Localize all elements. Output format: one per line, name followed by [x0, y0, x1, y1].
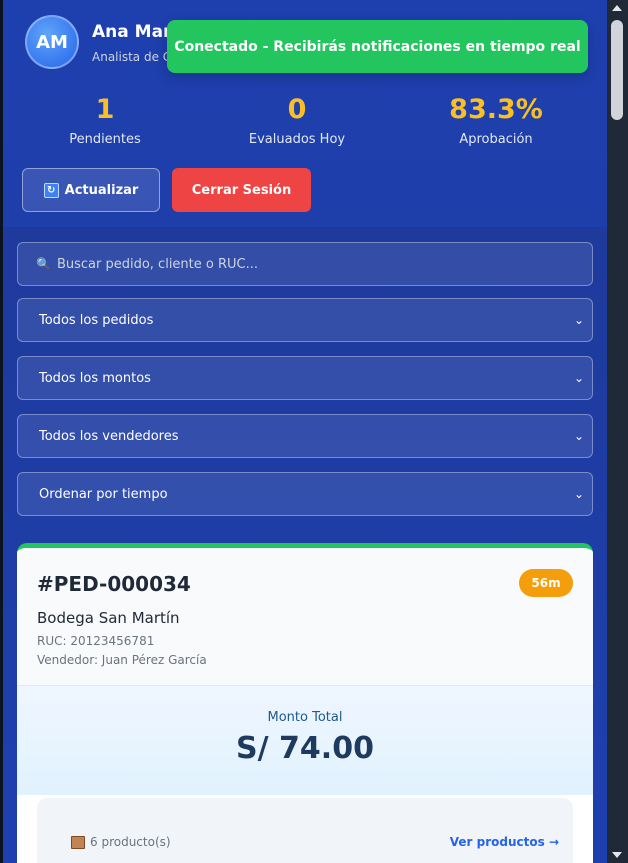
stat-approval-rate: 83.3% Aprobación [416, 92, 576, 147]
seller-name: Vendedor: Juan Pérez García [37, 653, 207, 667]
order-card-header: #PED-000034 56m Bodega San Martín RUC: 2… [17, 548, 593, 685]
filters-panel: 🔍 Buscar pedido, cliente o RUC... Todos … [3, 227, 607, 863]
toast-message: Conectado - Recibirás notificaciones en … [174, 38, 581, 55]
search-placeholder: Buscar pedido, cliente o RUC... [56, 256, 259, 272]
stat-value: 0 [287, 94, 307, 125]
stat-label: Pendientes [69, 132, 141, 147]
select-value: Ordenar por tiempo [39, 486, 168, 502]
scrollbar[interactable] [607, 0, 628, 863]
refresh-button[interactable]: ↻ Actualizar [22, 168, 160, 212]
stat-evaluated-today: 0 Evaluados Hoy [217, 92, 377, 147]
chevron-down-icon: ⌄ [573, 487, 584, 501]
order-filter-select[interactable]: Todos los pedidos ⌄ [17, 298, 593, 342]
products-count-label: 6 producto(s) [90, 835, 171, 849]
stat-value: 1 [95, 94, 115, 125]
chevron-down-icon: ⌄ [573, 313, 584, 327]
refresh-button-label: Actualizar [64, 182, 139, 198]
connection-toast: Conectado - Recibirás notificaciones en … [167, 20, 588, 73]
time-badge: 56m [519, 569, 573, 597]
scroll-up-icon[interactable] [612, 5, 622, 11]
sort-select[interactable]: Ordenar por tiempo ⌄ [17, 472, 593, 516]
amount-section: Monto Total S/ 74.00 [17, 685, 593, 795]
order-id: #PED-000034 [37, 572, 191, 596]
select-value: Todos los vendedores [39, 428, 179, 444]
logout-button-label: Cerrar Sesión [191, 182, 292, 198]
amount-label: Monto Total [267, 710, 343, 725]
stat-label: Evaluados Hoy [248, 132, 346, 147]
seller-filter-select[interactable]: Todos los vendedores ⌄ [17, 414, 593, 458]
select-value: Todos los pedidos [39, 312, 154, 328]
stat-value: 83.3% [449, 94, 543, 125]
refresh-icon: ↻ [43, 182, 59, 198]
package-icon [71, 835, 85, 849]
search-icon: 🔍 [36, 257, 51, 271]
avatar: AM [25, 15, 79, 69]
products-section: 6 producto(s) Ver productos → [37, 798, 573, 863]
chevron-down-icon: ⌄ [573, 429, 584, 443]
app-frame: AM Ana Martínez Analista de Crédito 1 Pe… [0, 0, 628, 863]
view-products-link[interactable]: Ver productos → [450, 835, 559, 849]
select-value: Todos los montos [39, 370, 151, 386]
products-count: 6 producto(s) [71, 835, 171, 849]
scroll-down-icon[interactable] [612, 852, 622, 858]
logout-button[interactable]: Cerrar Sesión [172, 168, 311, 212]
client-name: Bodega San Martín [37, 609, 180, 627]
stat-label: Aprobación [459, 132, 533, 147]
chevron-down-icon: ⌄ [573, 371, 584, 385]
scroll-thumb[interactable] [611, 20, 623, 120]
search-input[interactable]: 🔍 Buscar pedido, cliente o RUC... [17, 242, 593, 286]
order-card[interactable]: #PED-000034 56m Bodega San Martín RUC: 2… [17, 543, 593, 863]
amount-value: S/ 74.00 [236, 731, 374, 766]
client-ruc: RUC: 20123456781 [37, 634, 155, 648]
stat-pending: 1 Pendientes [25, 92, 185, 147]
amount-filter-select[interactable]: Todos los montos ⌄ [17, 356, 593, 400]
